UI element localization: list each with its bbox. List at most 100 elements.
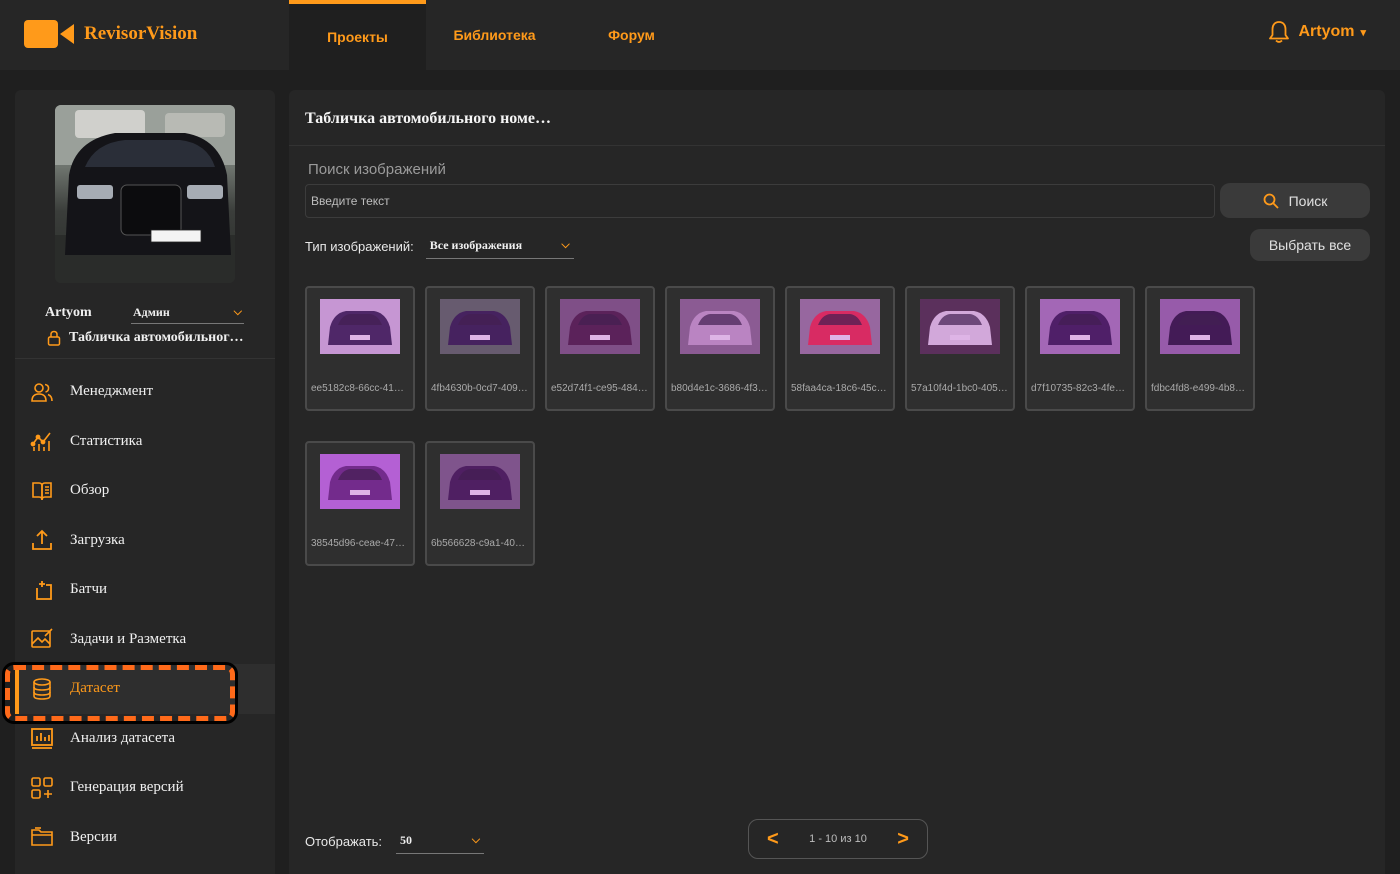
image-type-label: Тип изображений: xyxy=(305,238,414,254)
database-icon xyxy=(30,677,54,701)
image-card[interactable]: b80d4e1c-3686-4f3… xyxy=(665,286,775,411)
video-camera-icon xyxy=(24,18,76,50)
page-title: Табличка автомобильного номе… xyxy=(305,110,551,127)
role-value: Админ xyxy=(133,305,170,319)
chevron-down-icon: ⌵ xyxy=(233,306,242,318)
project-name: Табличка автомобильног… xyxy=(69,330,244,345)
page-size-select[interactable]: 50 ⌵ xyxy=(396,828,485,854)
search-label: Поиск изображений xyxy=(308,161,446,178)
chart-line-icon xyxy=(30,429,54,453)
image-thumbnail xyxy=(800,299,880,354)
tab-projects[interactable]: Проекты xyxy=(289,0,426,70)
search-button-label: Поиск xyxy=(1288,192,1328,209)
add-box-icon xyxy=(30,578,54,602)
upload-icon xyxy=(30,528,54,552)
project-cover-image xyxy=(55,105,235,283)
main-nav: Проекты Библиотека Форум xyxy=(289,0,700,70)
sidebar-user-row: Artyom Админ ⌵ xyxy=(45,302,245,324)
image-caption: 6b566628-c9a1-40… xyxy=(431,538,525,549)
top-bar: RevisorVision Проекты Библиотека Форум A… xyxy=(0,0,1400,70)
image-caption: e52d74f1-ce95-484… xyxy=(551,383,648,394)
sidebar-item-dataset-analysis[interactable]: Анализ датасета xyxy=(15,714,275,764)
tab-forum[interactable]: Форум xyxy=(563,0,700,70)
image-caption: 38545d96-ceae-47… xyxy=(311,538,405,549)
sidebar: Artyom Админ ⌵ Табличка автомобильног… М… xyxy=(2,90,275,874)
search-button[interactable]: Поиск xyxy=(1220,183,1370,218)
divider xyxy=(15,358,275,359)
sidebar-item-versions[interactable]: Версии xyxy=(15,813,275,863)
sidebar-item-tasks[interactable]: Задачи и Разметка xyxy=(15,615,275,665)
sidebar-item-overview[interactable]: Обзор xyxy=(15,466,275,516)
bell-icon[interactable] xyxy=(1268,20,1290,44)
sidebar-menu: Менеджмент Статистика Обзор Загрузка Бат… xyxy=(2,367,275,863)
prev-page-button[interactable]: < xyxy=(767,828,779,851)
sidebar-item-label: Статистика xyxy=(70,432,143,449)
users-icon xyxy=(30,380,54,404)
brand[interactable]: RevisorVision xyxy=(24,18,197,50)
sidebar-item-label: Версии xyxy=(70,828,117,845)
tab-library[interactable]: Библиотека xyxy=(426,0,563,70)
pagination: < 1 - 10 из 10 > xyxy=(748,819,928,859)
sidebar-item-dataset[interactable]: Датасет xyxy=(2,662,275,724)
chevron-down-icon: ⌵ xyxy=(471,834,481,846)
image-thumbnail xyxy=(1040,299,1120,354)
role-select[interactable]: Админ ⌵ xyxy=(131,302,244,324)
sidebar-item-upload[interactable]: Загрузка xyxy=(15,516,275,566)
sidebar-item-version-generation[interactable]: Генерация версий xyxy=(15,763,275,813)
current-project[interactable]: Табличка автомобильног… xyxy=(47,330,257,346)
image-card[interactable]: e52d74f1-ce95-484… xyxy=(545,286,655,411)
image-card[interactable]: fdbc4fd8-e499-4b8… xyxy=(1145,286,1255,411)
user-menu-name: Artyom xyxy=(1298,23,1355,40)
sidebar-item-label: Загрузка xyxy=(70,531,125,548)
select-all-button[interactable]: Выбрать все xyxy=(1250,229,1370,261)
chevron-down-icon: ⌵ xyxy=(561,239,570,251)
image-card[interactable]: 38545d96-ceae-47… xyxy=(305,441,415,566)
lock-icon xyxy=(47,330,61,346)
sidebar-item-label: Задачи и Разметка xyxy=(70,630,187,647)
search-input[interactable] xyxy=(305,184,1215,218)
image-caption: 58faa4ca-18c6-45c… xyxy=(791,383,887,394)
image-card[interactable]: 58faa4ca-18c6-45c… xyxy=(785,286,895,411)
sidebar-item-label: Датасет xyxy=(70,680,120,697)
image-thumbnail xyxy=(440,454,520,509)
image-caption: b80d4e1c-3686-4f3… xyxy=(671,383,768,394)
image-card[interactable]: ee5182c8-66cc-41… xyxy=(305,286,415,411)
next-page-button[interactable]: > xyxy=(897,828,909,851)
bar-chart-icon xyxy=(30,726,54,750)
image-card[interactable]: 4fb4630b-0cd7-409… xyxy=(425,286,535,411)
search-icon xyxy=(1263,193,1279,209)
main-panel: Табличка автомобильного номе… Поиск изоб… xyxy=(289,90,1385,874)
divider xyxy=(289,145,1385,146)
book-icon xyxy=(30,479,54,503)
image-type-select[interactable]: Все изображения ⌵ xyxy=(425,233,574,259)
image-edit-icon xyxy=(30,627,54,651)
image-thumbnail xyxy=(680,299,760,354)
sidebar-item-statistics[interactable]: Статистика xyxy=(15,417,275,467)
image-card[interactable]: d7f10735-82c3-4fe… xyxy=(1025,286,1135,411)
grid-plus-icon xyxy=(30,776,54,800)
page-size-control: Отображать: 50 ⌵ xyxy=(305,828,485,854)
image-thumbnail xyxy=(320,299,400,354)
brand-name: RevisorVision xyxy=(84,23,198,44)
sidebar-item-label: Анализ датасета xyxy=(70,729,176,746)
sidebar-item-label: Обзор xyxy=(70,482,110,499)
chevron-down-icon: ▾ xyxy=(1360,26,1366,39)
image-caption: fdbc4fd8-e499-4b8… xyxy=(1151,383,1245,394)
image-thumbnail xyxy=(1160,299,1240,354)
image-card[interactable]: 6b566628-c9a1-40… xyxy=(425,441,535,566)
sidebar-item-management[interactable]: Менеджмент xyxy=(15,367,275,417)
image-caption: d7f10735-82c3-4fe… xyxy=(1031,383,1125,394)
sidebar-item-batches[interactable]: Батчи xyxy=(15,565,275,615)
sidebar-item-label: Генерация версий xyxy=(70,779,184,796)
image-thumbnail xyxy=(920,299,1000,354)
pagination-info: 1 - 10 из 10 xyxy=(809,833,867,845)
image-thumbnail xyxy=(320,454,400,509)
image-thumbnail xyxy=(440,299,520,354)
image-thumbnail xyxy=(560,299,640,354)
image-card[interactable]: 57a10f4d-1bc0-405… xyxy=(905,286,1015,411)
sidebar-item-label: Менеджмент xyxy=(70,383,154,400)
user-menu[interactable]: Artyom ▾ xyxy=(1268,20,1366,44)
page-size-label: Отображать: xyxy=(305,833,383,849)
sidebar-item-label: Батчи xyxy=(70,581,108,598)
image-type-filter: Тип изображений: Все изображения ⌵ xyxy=(305,233,574,259)
